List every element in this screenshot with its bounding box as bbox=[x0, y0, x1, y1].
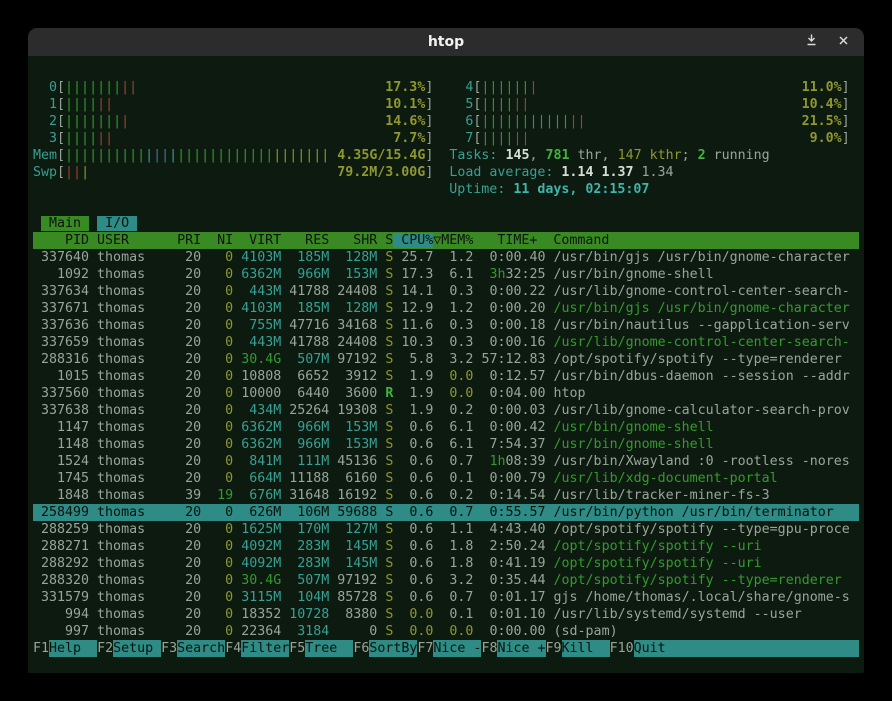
fn-action-kill[interactable]: Kill bbox=[562, 640, 610, 657]
down-arrow-icon bbox=[805, 33, 818, 51]
titlebar-buttons bbox=[804, 28, 850, 56]
table-header[interactable]: PID USER PRI NI VIRT RES SHR S CPU%▽MEM%… bbox=[33, 232, 859, 249]
process-row-994[interactable]: 994 thomas 20 0 18352 10728 8380 S 0.0 0… bbox=[33, 606, 859, 623]
titlebar[interactable]: htop bbox=[28, 28, 864, 56]
minimize-button[interactable] bbox=[804, 35, 818, 49]
close-button[interactable] bbox=[836, 35, 850, 49]
fn-action-tree[interactable]: Tree bbox=[305, 640, 353, 657]
fnkey-f8: F8 bbox=[481, 640, 497, 657]
function-key-bar: F1Help F2Setup F3SearchF4FilterF5Tree F6… bbox=[33, 640, 859, 657]
process-row-288259[interactable]: 288259 thomas 20 0 1625M 170M 127M S 0.6… bbox=[33, 521, 859, 538]
process-row-1147[interactable]: 1147 thomas 20 0 6362M 966M 153M S 0.6 6… bbox=[33, 419, 859, 436]
sort-column-cpu[interactable]: CPU% bbox=[393, 233, 433, 248]
process-row-337640[interactable]: 337640 thomas 20 0 4103M 185M 128M S 25.… bbox=[33, 249, 859, 266]
process-row-337636[interactable]: 337636 thomas 20 0 755M 47716 34168 S 11… bbox=[33, 317, 859, 334]
fnkey-f1: F1 bbox=[33, 640, 49, 657]
fn-action-search[interactable]: Search bbox=[177, 640, 225, 657]
process-row-1524[interactable]: 1524 thomas 20 0 841M 111M 45136 S 0.6 0… bbox=[33, 453, 859, 470]
process-row-288316[interactable]: 288316 thomas 20 0 30.4G 507M 97192 S 5.… bbox=[33, 351, 859, 368]
process-row-288320[interactable]: 288320 thomas 20 0 30.4G 507M 97192 S 0.… bbox=[33, 572, 859, 589]
process-row-337671[interactable]: 337671 thomas 20 0 4103M 185M 128M S 12.… bbox=[33, 300, 859, 317]
process-row-1148[interactable]: 1148 thomas 20 0 6362M 966M 153M S 0.6 6… bbox=[33, 436, 859, 453]
process-row-337634[interactable]: 337634 thomas 20 0 443M 41788 24408 S 14… bbox=[33, 283, 859, 300]
fnkey-f3: F3 bbox=[161, 640, 177, 657]
process-row-1015[interactable]: 1015 thomas 20 0 10808 6652 3912 S 1.9 0… bbox=[33, 368, 859, 385]
process-row-337638[interactable]: 337638 thomas 20 0 434M 25264 19308 S 1.… bbox=[33, 402, 859, 419]
memory-meter-and-tasks: Mem[||||||||||||||||||||||||||||||||| 4.… bbox=[33, 147, 859, 164]
desktop-background: htop 0[||||||||| 17.3%] 4[||||||| bbox=[0, 0, 892, 701]
close-icon bbox=[838, 33, 849, 51]
cpu-meter-row-1-5: 1[|||||| 10.1%] 5[|||||| 10.4%] bbox=[33, 96, 859, 113]
fnkey-f10: F10 bbox=[610, 640, 634, 657]
cpu-meter-row-3-7: 3[|||||| 7.7%] 7[|||||| 9.0%] bbox=[33, 130, 859, 147]
cpu-meter-row-0-4: 0[||||||||| 17.3%] 4[||||||| 11.0%] bbox=[33, 79, 859, 96]
fn-action-setup[interactable]: Setup bbox=[113, 640, 161, 657]
htop-screen: 0[||||||||| 17.3%] 4[||||||| 11.0%] 1[||… bbox=[28, 56, 864, 657]
fn-action-quit[interactable]: Quit bbox=[634, 640, 859, 657]
process-row-258499[interactable]: 258499 thomas 20 0 626M 106M 59688 S 0.6… bbox=[33, 504, 859, 521]
cpu-meter-row-2-6: 2[|||||||| 14.6%] 6[||||||||||||| 21.5%] bbox=[33, 113, 859, 130]
tab-main[interactable]: Main bbox=[41, 216, 89, 231]
fnkey-f7: F7 bbox=[417, 640, 433, 657]
process-row-337659[interactable]: 337659 thomas 20 0 443M 41788 24408 S 10… bbox=[33, 334, 859, 351]
fnkey-f6: F6 bbox=[353, 640, 369, 657]
fn-action-nice-[interactable]: Nice + bbox=[497, 640, 545, 657]
fn-action-sortby[interactable]: SortBy bbox=[369, 640, 417, 657]
fn-action-filter[interactable]: Filter bbox=[241, 640, 289, 657]
fnkey-f4: F4 bbox=[225, 640, 241, 657]
blank-line bbox=[33, 198, 859, 215]
process-row-997[interactable]: 997 thomas 20 0 22364 3184 0 S 0.0 0.0 0… bbox=[33, 623, 859, 640]
fn-action-nice-[interactable]: Nice - bbox=[433, 640, 481, 657]
terminal-window: htop 0[||||||||| 17.3%] 4[||||||| bbox=[28, 28, 864, 673]
process-row-337560[interactable]: 337560 thomas 20 0 10000 6440 3600 R 1.9… bbox=[33, 385, 859, 402]
swap-meter-and-load-average: Swp[||| 79.2M/3.00G] Load average: 1.14 … bbox=[33, 164, 859, 181]
fnkey-f9: F9 bbox=[546, 640, 562, 657]
process-row-1848[interactable]: 1848 thomas 39 19 676M 31648 16192 S 0.6… bbox=[33, 487, 859, 504]
process-row-288271[interactable]: 288271 thomas 20 0 4092M 283M 145M S 0.6… bbox=[33, 538, 859, 555]
fnkey-f2: F2 bbox=[97, 640, 113, 657]
process-row-1745[interactable]: 1745 thomas 20 0 664M 11188 6160 S 0.6 0… bbox=[33, 470, 859, 487]
fn-action-help[interactable]: Help bbox=[49, 640, 97, 657]
window-title: htop bbox=[428, 34, 464, 50]
process-row-288292[interactable]: 288292 thomas 20 0 4092M 283M 145M S 0.6… bbox=[33, 555, 859, 572]
uptime-line: Uptime: 11 days, 02:15:07 bbox=[33, 181, 859, 198]
tab-io[interactable]: I/O bbox=[97, 216, 137, 231]
process-row-1092[interactable]: 1092 thomas 20 0 6362M 966M 153M S 17.3 … bbox=[33, 266, 859, 283]
process-row-331579[interactable]: 331579 thomas 20 0 3115M 104M 85728 S 0.… bbox=[33, 589, 859, 606]
screen-tabs: Main I/O bbox=[33, 215, 859, 232]
fnkey-f5: F5 bbox=[289, 640, 305, 657]
